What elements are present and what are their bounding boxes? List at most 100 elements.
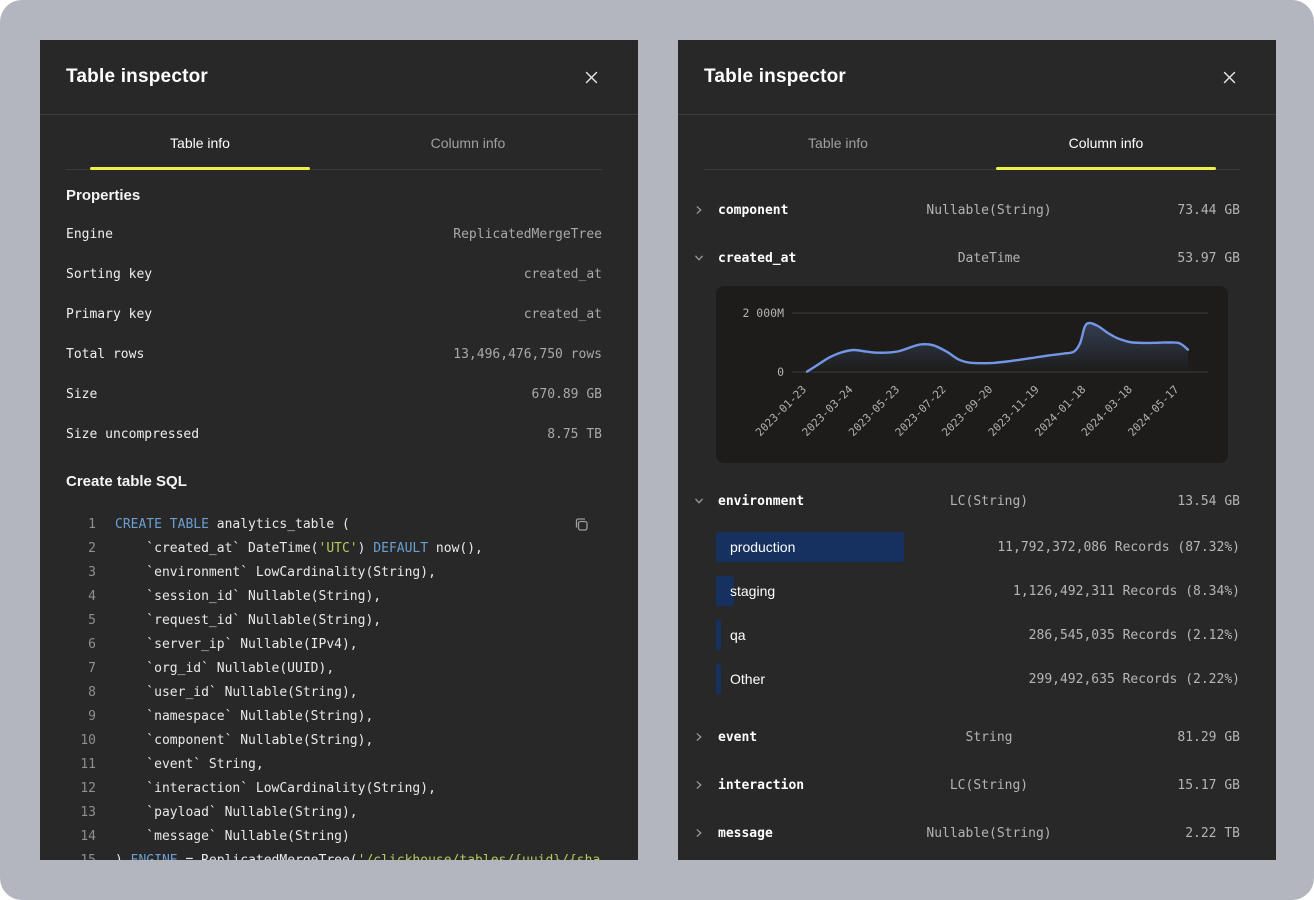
value-label: staging <box>716 583 775 599</box>
sql-token-plain: `created_at` DateTime( <box>115 541 319 556</box>
column-type: DateTime <box>908 251 1070 266</box>
column-row-created_at[interactable]: created_atDateTime53.97 GB <box>678 234 1276 282</box>
column-name: event <box>718 730 908 745</box>
column-name: created_at <box>718 251 908 266</box>
line-number: 13 <box>66 805 96 820</box>
sql-token-keyword: ENGINE <box>131 853 178 861</box>
line-number: 8 <box>66 685 96 700</box>
sql-token-plain: analytics_table ( <box>209 517 350 532</box>
prop-row-size: Size670.89 GB <box>66 374 602 414</box>
chevron <box>694 205 718 215</box>
prop-value: created_at <box>524 307 602 322</box>
sql-line-10: 10 `component` Nullable(String), <box>66 728 602 752</box>
sql-token-plain: `server_ip` Nullable(IPv4), <box>115 637 358 652</box>
chevron-right-icon <box>694 780 704 790</box>
active-tab-underline <box>90 167 310 170</box>
chevron-right-icon <box>694 205 704 215</box>
sql-token-plain: `user_id` Nullable(String), <box>115 685 358 700</box>
tab-column-info[interactable]: Column info <box>334 115 602 170</box>
prop-row-sorting-key: Sorting keycreated_at <box>66 254 602 294</box>
line-number: 3 <box>66 565 96 580</box>
tab-bar: Table info Column info <box>66 115 602 170</box>
sql-token-string: 'UTC' <box>319 541 358 556</box>
dialog-title: Table inspector <box>66 66 208 88</box>
sql-line-3: 3 `environment` LowCardinality(String), <box>66 560 602 584</box>
table-info-body: Properties Engine ReplicatedMergeTree Sort… <box>40 186 638 860</box>
column-size: 13.54 GB <box>1070 494 1240 509</box>
column-row-event[interactable]: eventString81.29 GB <box>678 713 1276 761</box>
column-type: Nullable(String) <box>908 203 1070 218</box>
sql-token-plain: `event` String, <box>115 757 264 772</box>
column-type: LC(String) <box>908 494 1070 509</box>
sql-token-plain: `org_id` Nullable(UUID), <box>115 661 334 676</box>
line-number: 12 <box>66 781 96 796</box>
chevron <box>694 828 718 838</box>
created-at-distribution-chart: 2 000M02023-01-232023-03-242023-05-23202… <box>716 286 1228 463</box>
sql-line-2: 2 `created_at` DateTime('UTC') DEFAULT n… <box>66 536 602 560</box>
column-name: environment <box>718 494 908 509</box>
line-number: 5 <box>66 613 96 628</box>
sql-line-4: 4 `session_id` Nullable(String), <box>66 584 602 608</box>
tab-underline <box>358 167 578 170</box>
column-row-message[interactable]: messageNullable(String)2.22 TB <box>678 809 1276 857</box>
value-records: 1,126,492,311 Records (8.34%) <box>1013 584 1240 599</box>
prop-value: ReplicatedMergeTree <box>453 227 602 242</box>
column-name: message <box>718 826 908 841</box>
sql-token-keyword: DEFAULT <box>373 541 428 556</box>
sql-line-1: 1CREATE TABLE analytics_table ( <box>66 512 602 536</box>
value-records: 299,492,635 Records (2.22%) <box>1029 672 1240 687</box>
prop-row-primary-key: Primary keycreated_at <box>66 294 602 334</box>
line-number: 10 <box>66 733 96 748</box>
prop-label: Size <box>66 387 97 402</box>
dialog-header: Table inspector <box>40 40 638 115</box>
sql-line-14: 14 `message` Nullable(String) <box>66 824 602 848</box>
sql-line-8: 8 `user_id` Nullable(String), <box>66 680 602 704</box>
column-type: Nullable(String) <box>908 826 1070 841</box>
sql-line-7: 7 `org_id` Nullable(UUID), <box>66 656 602 680</box>
sql-line-13: 13 `payload` Nullable(String), <box>66 800 602 824</box>
page-background: Table inspector Table info Column info P… <box>0 0 1314 900</box>
line-number: 4 <box>66 589 96 604</box>
sql-line-15: 15) ENGINE = ReplicatedMergeTree('/click… <box>66 848 602 860</box>
value-label: qa <box>716 627 746 643</box>
column-row-component[interactable]: componentNullable(String)73.44 GB <box>678 186 1276 234</box>
line-number: 14 <box>66 829 96 844</box>
prop-label: Total rows <box>66 347 144 362</box>
tab-table-info[interactable]: Table info <box>704 115 972 170</box>
close-icon <box>1223 71 1236 84</box>
sql-token-plain: = ReplicatedMergeTree( <box>178 853 358 861</box>
tab-bar: Table info Column info <box>704 115 1240 170</box>
column-row-interaction[interactable]: interactionLC(String)15.17 GB <box>678 761 1276 809</box>
close-button[interactable] <box>581 67 602 88</box>
breakdown-row-staging: staging 1,126,492,311 Records (8.34%) <box>716 569 1240 613</box>
column-size: 15.17 GB <box>1070 778 1240 793</box>
sql-token-plain: `message` Nullable(String) <box>115 829 350 844</box>
sql-lines: 1CREATE TABLE analytics_table (2 `create… <box>66 512 602 860</box>
sql-line-11: 11 `event` String, <box>66 752 602 776</box>
chevron <box>694 496 718 506</box>
prop-row-size-uncompressed: Size uncompressed8.75 TB <box>66 414 602 454</box>
tab-column-info[interactable]: Column info <box>972 115 1240 170</box>
create-table-sql-heading: Create table SQL <box>66 472 602 492</box>
column-type: LC(String) <box>908 778 1070 793</box>
prop-row-total-rows: Total rows13,496,476,750 rows <box>66 334 602 374</box>
tab-table-info[interactable]: Table info <box>66 115 334 170</box>
prop-label: Size uncompressed <box>66 427 199 442</box>
sql-token-plain: `namespace` Nullable(String), <box>115 709 373 724</box>
sql-code-block: 1CREATE TABLE analytics_table (2 `create… <box>66 512 602 860</box>
breakdown-row-qa: qa286,545,035 Records (2.12%) <box>716 613 1240 657</box>
column-row-environment[interactable]: environmentLC(String)13.54 GB <box>678 477 1276 525</box>
prop-row-engine: Engine ReplicatedMergeTree <box>66 214 602 254</box>
sql-line-5: 5 `request_id` Nullable(String), <box>66 608 602 632</box>
sql-token-plain: now(), <box>428 541 483 556</box>
properties-heading: Properties <box>66 186 602 206</box>
prop-label: Engine <box>66 227 113 242</box>
column-type: String <box>908 730 1070 745</box>
sql-line-9: 9 `namespace` Nullable(String), <box>66 704 602 728</box>
sql-token-plain: `interaction` LowCardinality(String), <box>115 781 436 796</box>
area-chart-svg: 2 000M02023-01-232023-03-242023-05-23202… <box>716 286 1228 463</box>
chevron-down-icon <box>694 496 704 506</box>
sql-token-plain: ) <box>115 853 131 861</box>
copy-button[interactable] <box>571 514 592 538</box>
close-button[interactable] <box>1219 67 1240 88</box>
